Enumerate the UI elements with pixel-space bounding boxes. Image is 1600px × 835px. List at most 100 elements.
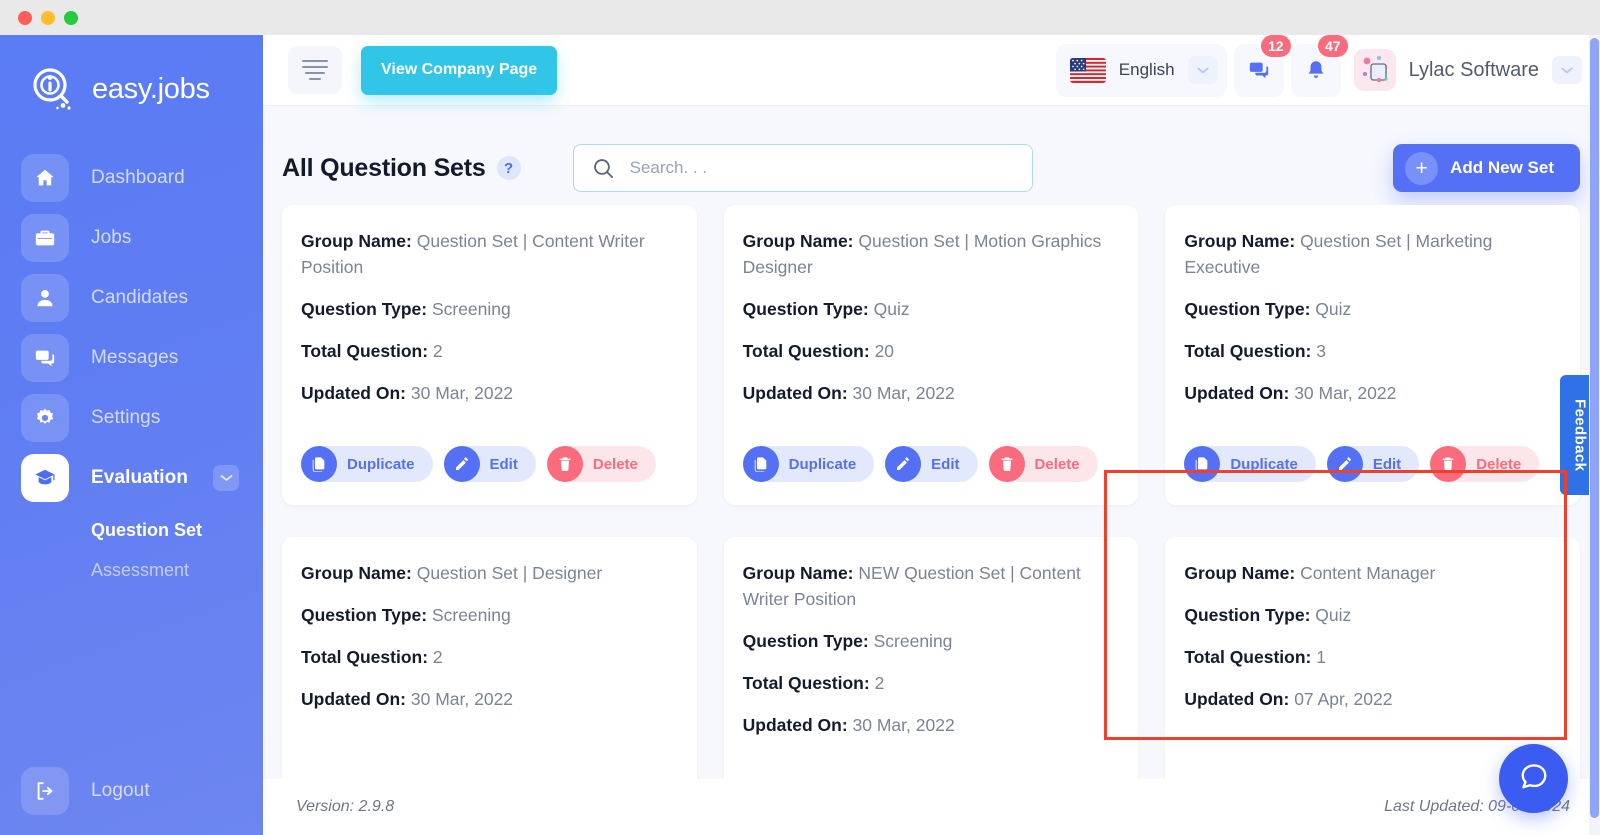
card-total-question-row: Total Question: 2 bbox=[301, 645, 675, 671]
page-header: All Question Sets ? + Add New Set bbox=[282, 106, 1580, 205]
question-mark-icon[interactable]: ? bbox=[496, 156, 521, 180]
chevron-down-icon[interactable] bbox=[1187, 56, 1218, 84]
sidebar-nav: Dashboard Jobs Candidates Messages Setti… bbox=[0, 148, 263, 590]
trash-icon bbox=[1430, 446, 1467, 483]
value-updated-on: 30 Mar, 2022 bbox=[852, 715, 955, 736]
messages-badge: 12 bbox=[1258, 35, 1293, 59]
card-question-type-row: Question Type: Quiz bbox=[1184, 603, 1558, 629]
chevron-down-icon[interactable] bbox=[1552, 56, 1582, 84]
label-question-type: Question Type: bbox=[1184, 298, 1311, 319]
question-set-card[interactable]: Group Name: Question Set | Content Write… bbox=[282, 205, 697, 506]
card-total-question-row: Total Question: 1 bbox=[1184, 645, 1558, 671]
card-question-type-row: Question Type: Quiz bbox=[743, 297, 1117, 323]
pencil-icon bbox=[885, 446, 922, 483]
search-input[interactable] bbox=[572, 144, 1033, 192]
briefcase-icon bbox=[21, 214, 69, 262]
value-total-question: 3 bbox=[1316, 340, 1326, 361]
delete-label: Delete bbox=[1034, 455, 1080, 473]
card-updated-on-row: Updated On: 30 Mar, 2022 bbox=[1184, 381, 1558, 407]
label-question-type: Question Type: bbox=[301, 605, 428, 626]
topbar-right: English 12 47 Lylac Software bbox=[1055, 35, 1582, 97]
brand[interactable]: easy.jobs bbox=[0, 35, 263, 121]
value-question-type: Screening bbox=[873, 631, 953, 652]
search-box bbox=[572, 144, 1033, 192]
window-maximize-button[interactable] bbox=[64, 10, 78, 25]
pencil-icon bbox=[1326, 446, 1363, 483]
sidebar-subitem-assessment[interactable]: Assessment bbox=[91, 550, 263, 590]
sidebar-item-jobs[interactable]: Jobs bbox=[0, 208, 263, 268]
value-group-name: Question Set | Designer bbox=[416, 563, 603, 584]
label-updated-on: Updated On: bbox=[742, 382, 848, 403]
user-name: Lylac Software bbox=[1408, 58, 1539, 81]
sidebar-label-dashboard: Dashboard bbox=[91, 167, 185, 188]
card-total-question-row: Total Question: 20 bbox=[743, 339, 1117, 365]
label-group-name: Group Name: bbox=[301, 563, 412, 584]
gear-icon bbox=[21, 394, 69, 442]
copy-icon bbox=[301, 446, 337, 483]
card-actions: Duplicate Edit Delete bbox=[1184, 422, 1558, 483]
label-question-type: Question Type: bbox=[742, 298, 869, 319]
card-question-type-row: Question Type: Screening bbox=[301, 603, 675, 629]
notifications-button[interactable]: 47 bbox=[1290, 35, 1350, 97]
label-updated-on: Updated On: bbox=[1184, 689, 1290, 710]
delete-button[interactable]: Delete bbox=[988, 446, 1098, 483]
version-text: Version: 2.9.8 bbox=[296, 798, 395, 815]
hamburger-icon[interactable] bbox=[288, 46, 342, 94]
value-updated-on: 30 Mar, 2022 bbox=[410, 382, 514, 403]
messages-button[interactable]: 12 bbox=[1233, 35, 1293, 97]
brand-name: easy.jobs bbox=[92, 73, 210, 105]
window-minimize-button[interactable] bbox=[41, 10, 55, 25]
question-set-card[interactable]: Group Name: Question Set | Marketing Exe… bbox=[1165, 205, 1580, 506]
value-total-question: 2 bbox=[432, 647, 443, 668]
scrollbar-thumb[interactable] bbox=[1590, 38, 1599, 818]
value-question-type: Screening bbox=[431, 605, 511, 626]
edit-button[interactable]: Edit bbox=[443, 446, 536, 483]
footer: Version: 2.9.8 Last Updated: 09-04-2024 bbox=[263, 779, 1600, 835]
sidebar-item-evaluation[interactable]: Evaluation bbox=[0, 448, 263, 508]
trash-icon bbox=[988, 446, 1025, 483]
card-group-name-row: Group Name: Question Set | Designer bbox=[301, 561, 675, 587]
delete-button[interactable]: Delete bbox=[546, 446, 656, 483]
chat-support-button[interactable] bbox=[1499, 744, 1568, 813]
sidebar-item-candidates[interactable]: Candidates bbox=[0, 268, 263, 328]
sidebar-item-messages[interactable]: Messages bbox=[0, 328, 263, 388]
delete-button[interactable]: Delete bbox=[1430, 446, 1540, 483]
label-group-name: Group Name: bbox=[742, 563, 854, 584]
card-group-name-row: Group Name: Question Set | Marketing Exe… bbox=[1184, 229, 1558, 281]
duplicate-button[interactable]: Duplicate bbox=[1184, 446, 1316, 483]
sidebar-item-logout[interactable]: Logout bbox=[0, 761, 150, 821]
edit-button[interactable]: Edit bbox=[885, 446, 978, 483]
sidebar-item-settings[interactable]: Settings bbox=[0, 388, 263, 448]
language-selector[interactable]: English bbox=[1055, 43, 1227, 97]
label-updated-on: Updated On: bbox=[301, 689, 406, 710]
sidebar-subitem-question-set[interactable]: Question Set bbox=[91, 510, 263, 550]
card-question-type-row: Question Type: Screening bbox=[301, 297, 675, 323]
edit-button[interactable]: Edit bbox=[1326, 446, 1420, 483]
sidebar-item-dashboard[interactable]: Dashboard bbox=[0, 148, 263, 208]
chat-icon bbox=[21, 334, 69, 382]
chevron-down-icon[interactable] bbox=[213, 465, 239, 491]
label-total-question: Total Question: bbox=[742, 340, 870, 361]
question-set-card[interactable]: Group Name: Question Set | Motion Graphi… bbox=[723, 205, 1139, 506]
easy-jobs-logo-icon bbox=[28, 64, 80, 116]
edit-label: Edit bbox=[489, 455, 518, 473]
delete-label: Delete bbox=[592, 455, 638, 473]
card-actions: Duplicate Edit Delete bbox=[301, 422, 675, 483]
duplicate-button[interactable]: Duplicate bbox=[742, 446, 875, 483]
view-company-page-button[interactable]: View Company Page bbox=[361, 45, 558, 95]
edit-label: Edit bbox=[1372, 455, 1402, 473]
duplicate-label: Duplicate bbox=[1230, 455, 1298, 473]
value-updated-on: 07 Apr, 2022 bbox=[1294, 689, 1393, 710]
label-total-question: Total Question: bbox=[301, 340, 429, 361]
sidebar-label-logout: Logout bbox=[91, 780, 150, 801]
window-close-button[interactable] bbox=[18, 10, 32, 25]
card-question-type-row: Question Type: Screening bbox=[743, 629, 1117, 655]
add-new-set-button[interactable]: + Add New Set bbox=[1393, 144, 1580, 192]
user-menu[interactable]: Lylac Software bbox=[1348, 49, 1582, 91]
value-question-type: Screening bbox=[431, 298, 511, 319]
duplicate-button[interactable]: Duplicate bbox=[301, 446, 433, 483]
graduation-cap-icon bbox=[21, 454, 69, 502]
label-total-question: Total Question: bbox=[301, 647, 429, 668]
label-group-name: Group Name: bbox=[742, 231, 854, 251]
value-question-type: Quiz bbox=[873, 298, 910, 319]
